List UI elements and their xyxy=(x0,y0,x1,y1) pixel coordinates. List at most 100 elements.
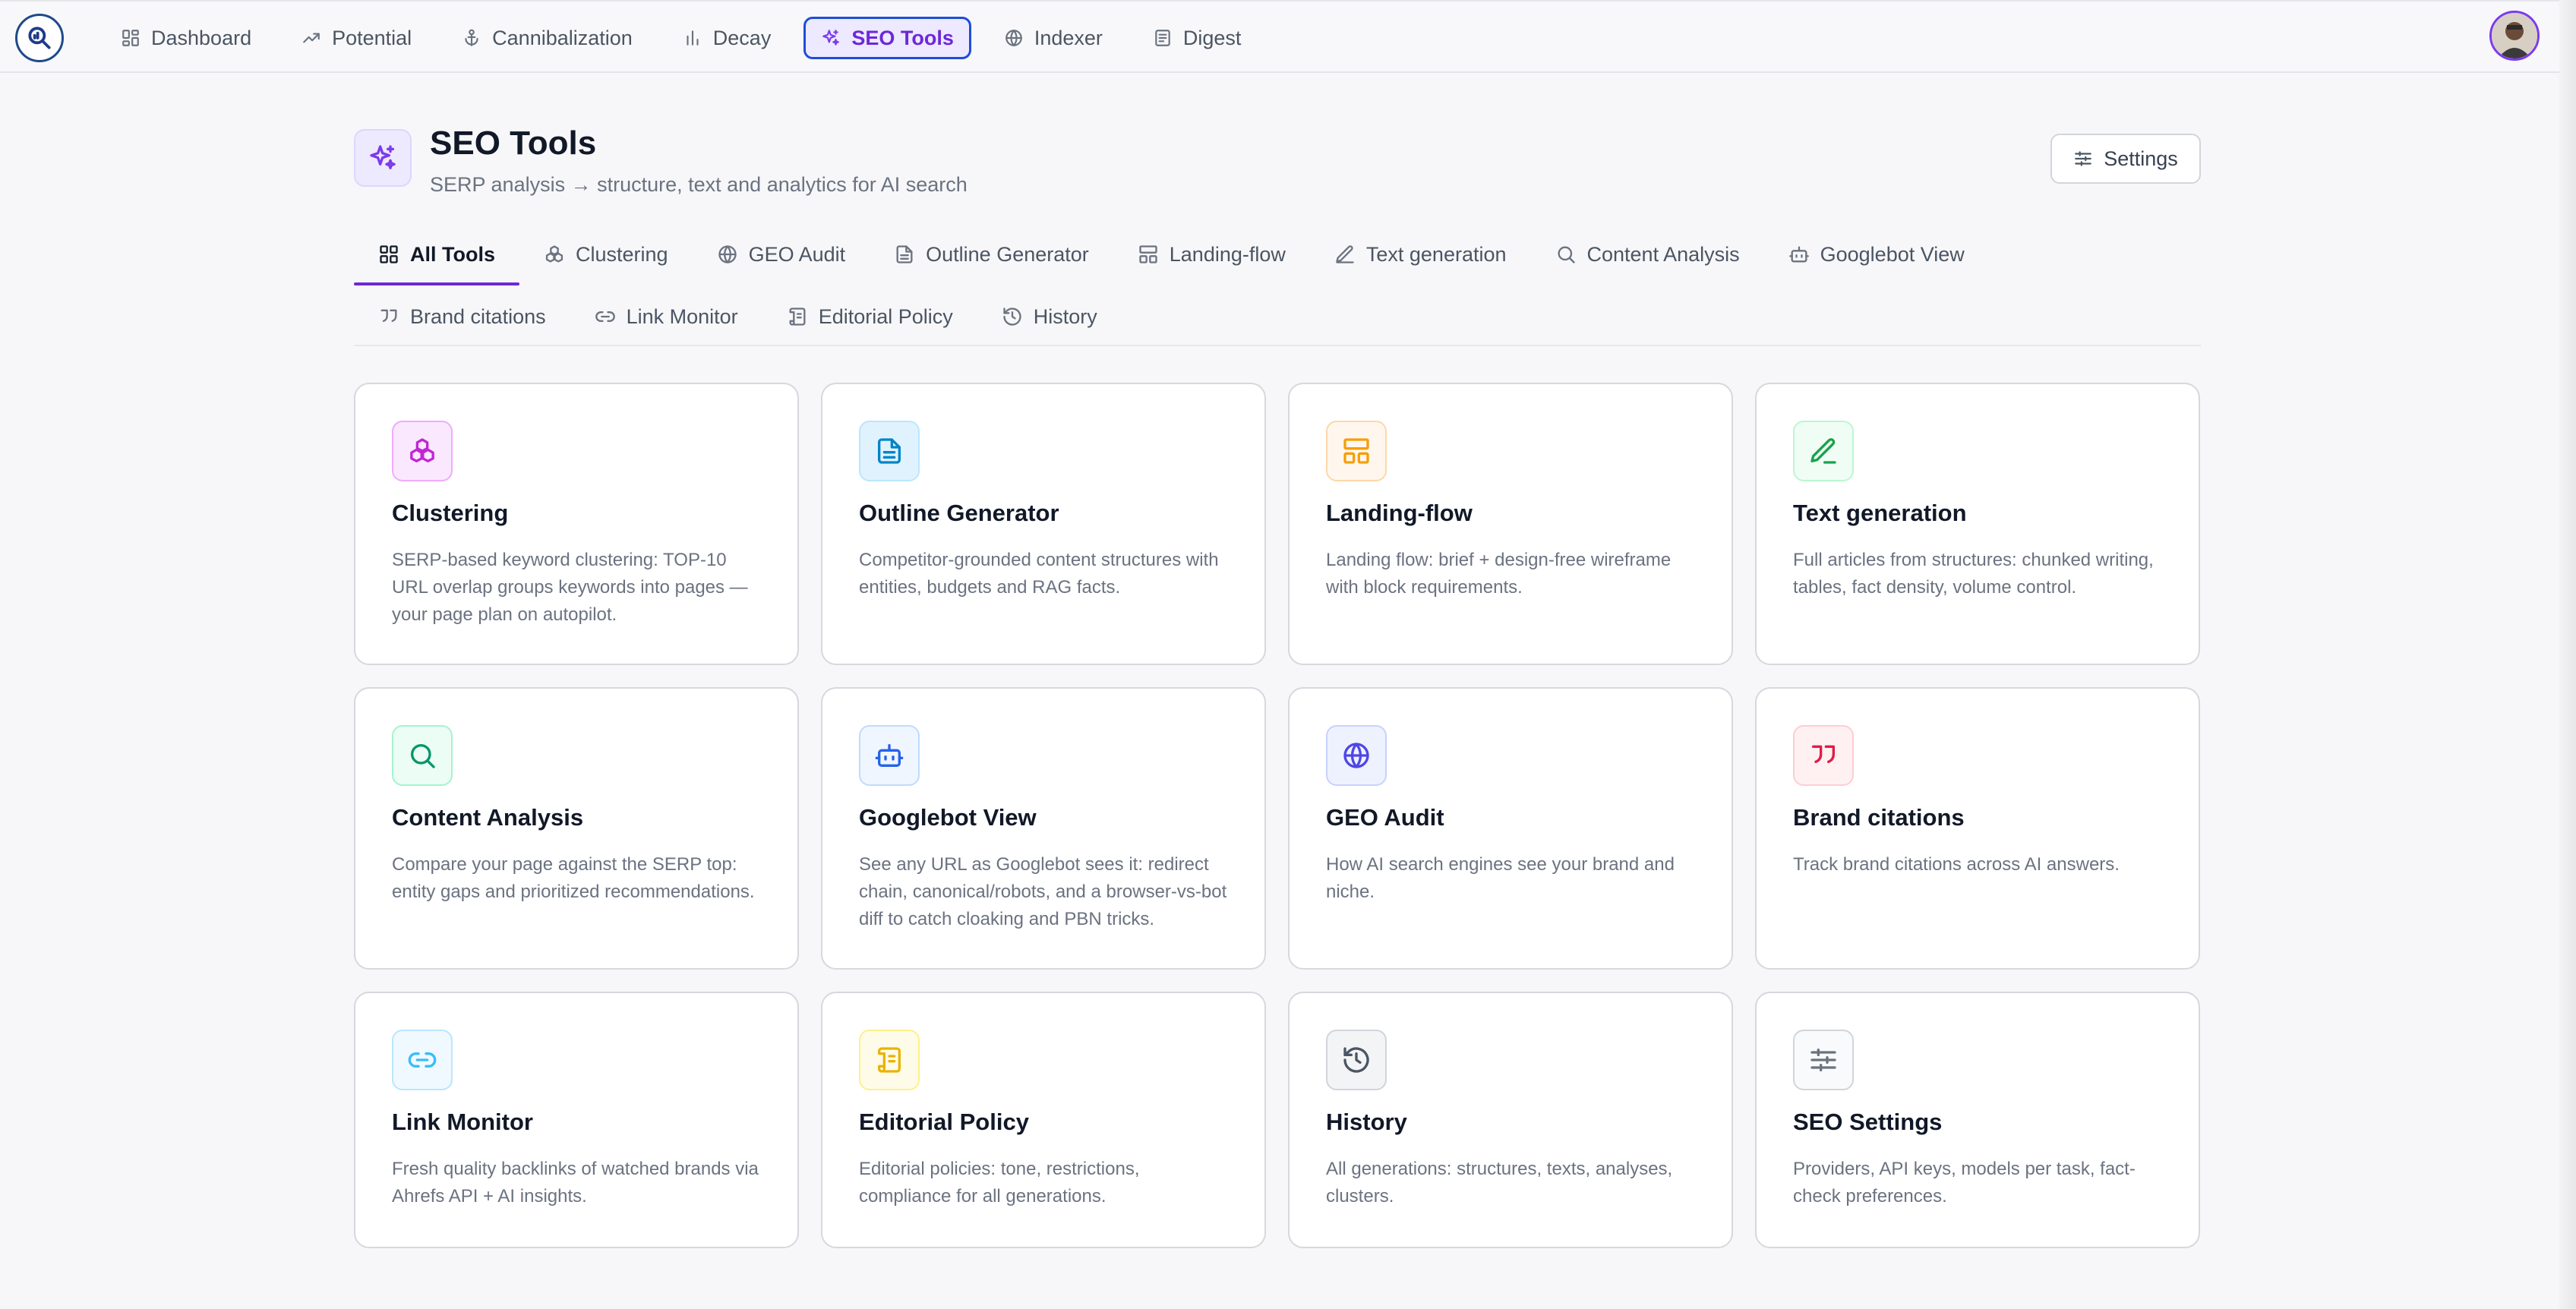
grid-icon xyxy=(380,245,398,263)
tab-label: Googlebot View xyxy=(1820,242,1965,266)
card-title: Editorial Policy xyxy=(859,1109,1029,1135)
globe-icon xyxy=(718,245,737,263)
quote-icon xyxy=(380,309,397,322)
tool-card-brand-citations[interactable]: Brand citations Track brand citations acr… xyxy=(1755,687,2200,970)
tool-card-content-analysis[interactable]: Content Analysis Compare your page agains… xyxy=(354,687,799,970)
tool-card-outline-generator[interactable]: Outline Generator Competitor-grounded con… xyxy=(821,383,1266,665)
card-description: Fresh quality backlinks of watched brand… xyxy=(392,1159,759,1206)
tool-card-clustering[interactable]: Clustering SERP-based keyword clustering:… xyxy=(354,383,799,665)
bar-chart-icon xyxy=(687,30,699,46)
boxes-icon xyxy=(545,245,564,263)
tool-card-landing-flow[interactable]: Landing-flow Landing flow: brief + design… xyxy=(1288,383,1733,665)
bot-icon xyxy=(859,725,920,786)
search-icon xyxy=(392,725,453,786)
globe-icon xyxy=(1005,30,1022,46)
tab-label: Landing-flow xyxy=(1169,242,1286,266)
tool-card-editorial-policy[interactable]: Editorial Policy Editorial policies: tone… xyxy=(821,992,1266,1248)
tab-link-monitor[interactable]: Link Monitor xyxy=(570,290,762,343)
sliders-icon xyxy=(2075,151,2092,166)
pen-icon xyxy=(1793,421,1854,481)
nav-cannibalization[interactable]: Cannibalization xyxy=(444,17,650,59)
card-description: Full articles from structures: chunked w… xyxy=(1793,550,2154,598)
card-title: Clustering xyxy=(392,500,509,526)
card-description: Editorial policies: tone, restrictions, … xyxy=(859,1159,1140,1206)
search-icon xyxy=(1558,246,1575,263)
card-title: Text generation xyxy=(1793,500,1967,526)
nav-decay[interactable]: Decay xyxy=(665,17,789,59)
globe-icon xyxy=(1326,725,1387,786)
tab-all-tools[interactable]: All Tools xyxy=(354,228,519,285)
tool-card-link-monitor[interactable]: Link Monitor Fresh quality backlinks of w… xyxy=(354,992,799,1248)
card-title: Brand citations xyxy=(1793,804,1965,831)
page-subtitle: SERP analysis → structure, text and anal… xyxy=(430,173,968,196)
card-description: SERP-based keyword clustering: TOP-10 UR… xyxy=(392,550,748,625)
page-title: SEO Tools xyxy=(430,125,597,162)
tab-label: Clustering xyxy=(576,242,668,266)
tab-label: GEO Audit xyxy=(748,242,846,266)
link-icon xyxy=(392,1030,453,1090)
history-icon xyxy=(1003,308,1021,326)
sliders-icon xyxy=(1793,1030,1854,1090)
tab-label: All Tools xyxy=(410,242,495,266)
trending-up-icon xyxy=(303,33,320,43)
nav-dashboard[interactable]: Dashboard xyxy=(103,17,269,59)
settings-button[interactable]: Settings xyxy=(2050,134,2201,184)
tab-label: Text generation xyxy=(1365,242,1507,266)
link-icon xyxy=(595,311,615,322)
card-title: Googlebot View xyxy=(859,804,1037,831)
file-text-icon xyxy=(859,421,920,481)
card-title: Landing-flow xyxy=(1326,500,1473,526)
nav-label: Digest xyxy=(1182,26,1242,49)
nav-indexer[interactable]: Indexer xyxy=(987,17,1120,59)
top-navigation: Dashboard Potential Cannibalization Deca… xyxy=(0,0,2576,73)
tab-label: Content Analysis xyxy=(1586,242,1740,266)
tab-outline-generator[interactable]: Outline Generator xyxy=(870,228,1113,281)
nav-seo-tools[interactable]: SEO Tools xyxy=(803,17,971,59)
anchor-icon xyxy=(465,29,478,46)
tab-content-analysis[interactable]: Content Analysis xyxy=(1531,228,1764,281)
nav-label: Cannibalization xyxy=(492,26,633,49)
tab-editorial-policy[interactable]: Editorial Policy xyxy=(762,290,977,343)
tab-label: Editorial Policy xyxy=(818,304,953,328)
tab-label: Link Monitor xyxy=(626,304,738,328)
tool-card-seo-settings[interactable]: SEO Settings Providers, API keys, models … xyxy=(1755,992,2200,1248)
avatar[interactable] xyxy=(2489,11,2540,61)
tab-clustering[interactable]: Clustering xyxy=(519,228,693,281)
tool-card-geo-audit[interactable]: GEO Audit How AI search engines see your … xyxy=(1288,687,1733,970)
nav-potential[interactable]: Potential xyxy=(284,17,429,59)
tab-geo-audit[interactable]: GEO Audit xyxy=(693,228,870,281)
sparkles-icon xyxy=(354,129,412,187)
nav-label: Potential xyxy=(332,26,412,49)
dashboard-icon xyxy=(122,30,139,46)
quote-icon xyxy=(1793,725,1854,786)
layout-icon xyxy=(1139,245,1157,263)
card-description: Competitor-grounded content structures w… xyxy=(859,550,1219,598)
card-description: Landing flow: brief + design-free wirefr… xyxy=(1326,550,1672,598)
boxes-icon xyxy=(392,421,453,481)
nav-digest[interactable]: Digest xyxy=(1135,17,1259,59)
nav-label: Decay xyxy=(712,26,772,49)
tool-tabs: All Tools Clustering GEO Audit Outline G… xyxy=(354,228,2201,346)
card-title: Link Monitor xyxy=(392,1109,533,1135)
tool-card-history[interactable]: History All generations: structures, text… xyxy=(1288,992,1733,1248)
scroll-icon xyxy=(789,308,806,326)
tool-card-text-generation[interactable]: Text generation Full articles from struct… xyxy=(1755,383,2200,665)
logo-icon[interactable] xyxy=(15,14,64,62)
card-title: SEO Settings xyxy=(1793,1109,1943,1135)
tab-googlebot-view[interactable]: Googlebot View xyxy=(1764,228,1989,281)
tool-card-googlebot-view[interactable]: Googlebot View See any URL as Googlebot s… xyxy=(821,687,1266,970)
tab-label: History xyxy=(1033,304,1097,328)
settings-label: Settings xyxy=(2104,147,2178,170)
card-description: See any URL as Googlebot sees it: redire… xyxy=(859,854,1227,929)
tab-landing-flow[interactable]: Landing-flow xyxy=(1113,228,1310,281)
card-title: GEO Audit xyxy=(1326,804,1444,831)
card-description: Providers, API keys, models per task, fa… xyxy=(1793,1159,2136,1206)
card-title: History xyxy=(1326,1109,1407,1135)
window-edge xyxy=(2559,0,2576,1309)
card-description: All generations: structures, texts, anal… xyxy=(1326,1159,1673,1206)
file-text-icon xyxy=(896,245,913,263)
tab-history[interactable]: History xyxy=(977,290,1122,343)
tab-brand-citations[interactable]: Brand citations xyxy=(354,290,570,343)
tab-text-generation[interactable]: Text generation xyxy=(1310,228,1531,281)
tools-grid: Clustering SERP-based keyword clustering:… xyxy=(354,383,2201,1248)
